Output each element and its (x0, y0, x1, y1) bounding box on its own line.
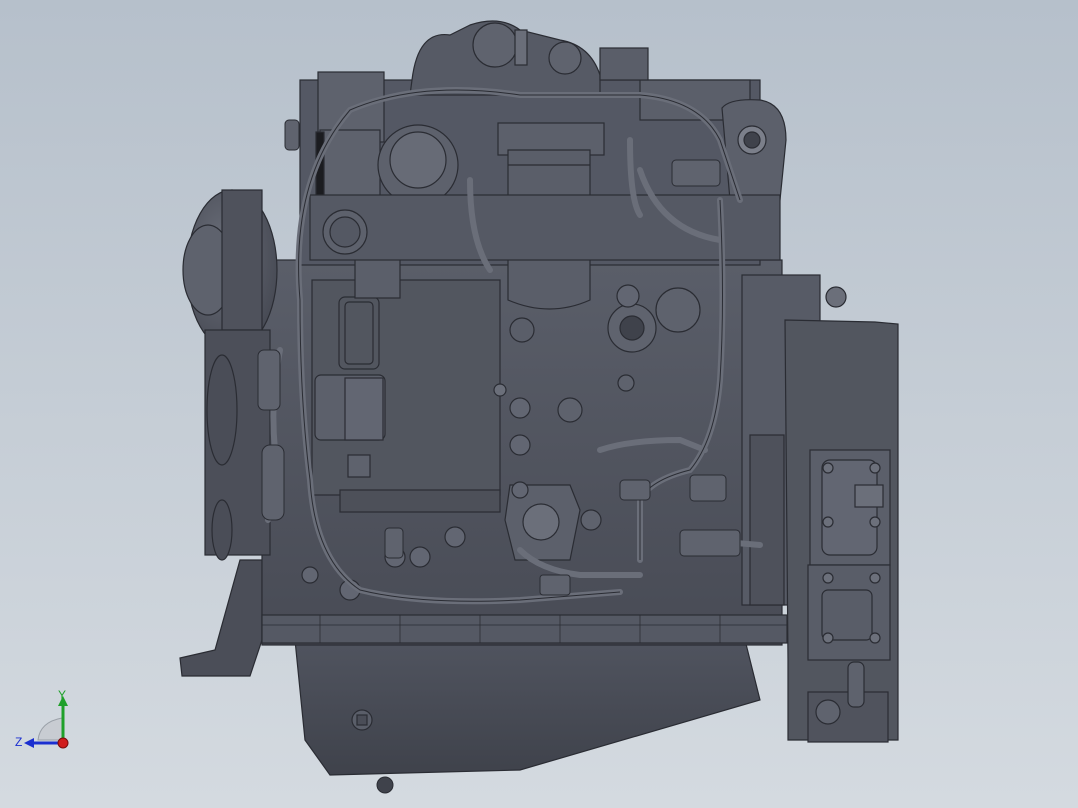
z-axis-label: Z (15, 735, 22, 749)
front-mount (179, 559, 263, 677)
triad-arc (37, 717, 63, 741)
engine-3d-model[interactable] (0, 0, 1078, 808)
z-axis-arrow (24, 738, 34, 748)
coordinate-triad: Y Z (15, 688, 69, 749)
temp-sensor (261, 444, 285, 521)
x-axis-dot (57, 737, 69, 749)
intake-manifold (309, 194, 781, 261)
oil-pan (294, 639, 761, 776)
graphics-viewport[interactable]: Y Z (0, 0, 1078, 808)
y-axis-label: Y (58, 688, 66, 702)
block-rail (261, 614, 788, 644)
